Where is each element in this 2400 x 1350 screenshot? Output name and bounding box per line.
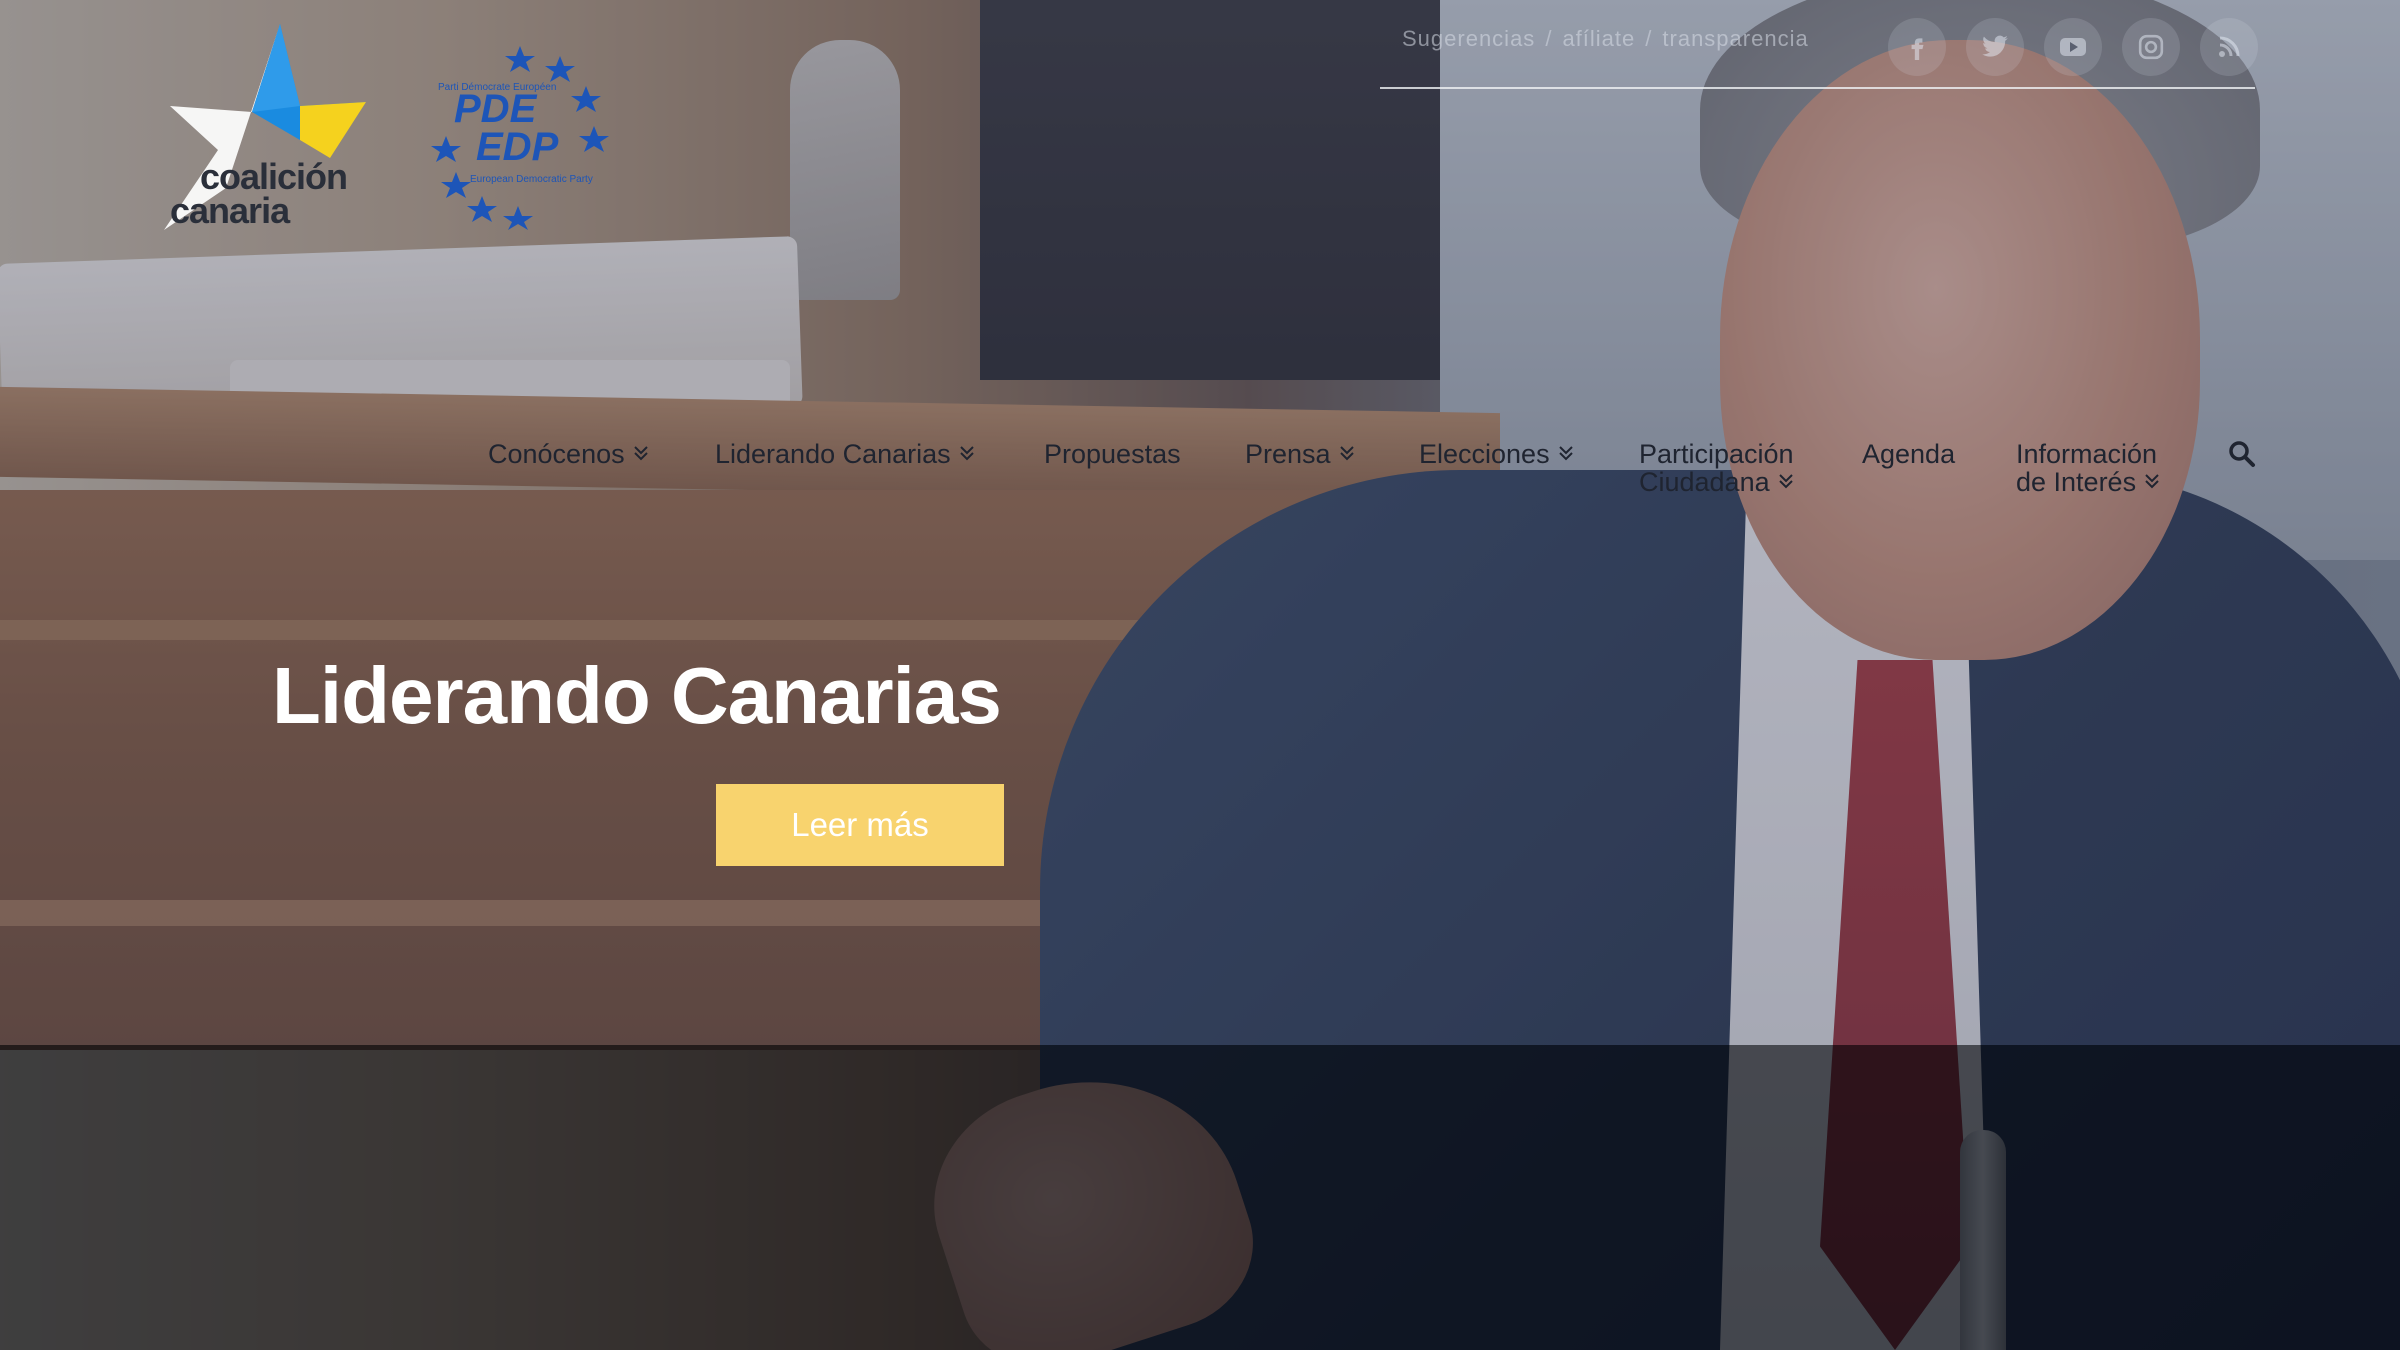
utility-link-sugerencias[interactable]: Sugerencias — [1402, 26, 1535, 51]
pde-edp-logo[interactable]: Parti Démocrate Européen PDE EDP Europea… — [420, 40, 620, 230]
nav-item-label-line1: Participación — [1639, 439, 1794, 469]
chevron-down-icon — [959, 446, 974, 461]
utility-link-afiliate[interactable]: afíliate — [1562, 26, 1635, 51]
nav-item-label-line2: de Interés — [2016, 467, 2137, 497]
utility-separator: / — [1545, 26, 1553, 51]
logo-wordmark-line1: coalición — [200, 156, 348, 197]
twitter-icon[interactable] — [1966, 18, 2024, 76]
nav-item-label: Liderando Canarias — [715, 439, 951, 469]
chevron-down-icon — [633, 446, 648, 461]
pde-wordmark-line1: PDE — [454, 87, 537, 131]
pde-subtitle-bottom: European Democratic Party — [470, 174, 593, 185]
chevron-down-icon — [1558, 446, 1573, 461]
hero-bottom-overlay — [0, 1045, 2400, 1350]
youtube-icon[interactable] — [2044, 18, 2102, 76]
magnifier-icon — [2229, 441, 2255, 467]
nav-item-informacion-de-interes[interactable]: Información de Interés — [2016, 440, 2160, 496]
main-navigation: Conócenos Liderando Canarias Propuestas … — [0, 436, 2400, 506]
search-icon[interactable] — [2228, 440, 2256, 468]
utility-link-transparencia[interactable]: transparencia — [1662, 26, 1808, 51]
instagram-glyph-icon — [2138, 34, 2164, 60]
nav-item-label-line2: Ciudadana — [1639, 467, 1770, 497]
nav-item-label: Agenda — [1862, 439, 1956, 469]
rss-glyph-icon — [2219, 36, 2240, 57]
utility-separator: / — [1645, 26, 1653, 51]
logo-wordmark: coalición canaria — [170, 156, 348, 229]
chevron-down-icon — [1778, 474, 1793, 489]
logo-wordmark-line2: canaria — [170, 190, 290, 231]
nav-item-liderando-canarias[interactable]: Liderando Canarias — [715, 440, 975, 468]
nav-item-label: Propuestas — [1044, 439, 1181, 469]
utility-nav: Sugerencias / afíliate / transparencia — [1402, 26, 1809, 52]
nav-item-propuestas[interactable]: Propuestas — [1044, 440, 1181, 468]
twitter-glyph-icon — [1982, 35, 2008, 57]
nav-item-agenda[interactable]: Agenda — [1862, 440, 1955, 468]
header-divider — [1380, 87, 2255, 89]
nav-item-label: Prensa — [1245, 439, 1331, 469]
nav-item-elecciones[interactable]: Elecciones — [1419, 440, 1574, 468]
nav-item-label: Conócenos — [488, 439, 625, 469]
pde-wordmark-line2: EDP — [476, 125, 559, 169]
chevron-down-icon — [2145, 474, 2159, 489]
coalicion-canaria-logo[interactable]: coalición canaria — [140, 20, 380, 240]
instagram-icon[interactable] — [2122, 18, 2180, 76]
nav-item-participacion-ciudadana[interactable]: Participación Ciudadana — [1639, 440, 1794, 496]
facebook-icon[interactable] — [1888, 18, 1946, 76]
nav-item-prensa[interactable]: Prensa — [1245, 440, 1355, 468]
youtube-glyph-icon — [2060, 38, 2086, 56]
rss-icon[interactable] — [2200, 18, 2258, 76]
leer-mas-button[interactable]: Leer más — [716, 784, 1004, 866]
nav-item-label: Elecciones — [1419, 439, 1550, 469]
hero-title: Liderando Canarias — [272, 650, 1002, 740]
nav-item-label-line1: Información — [2016, 439, 2158, 469]
chevron-down-icon — [1339, 446, 1354, 461]
nav-item-conocenos[interactable]: Conócenos — [488, 440, 649, 468]
facebook-glyph-icon — [1911, 38, 1924, 60]
pde-wordmark: PDE EDP — [454, 87, 559, 169]
